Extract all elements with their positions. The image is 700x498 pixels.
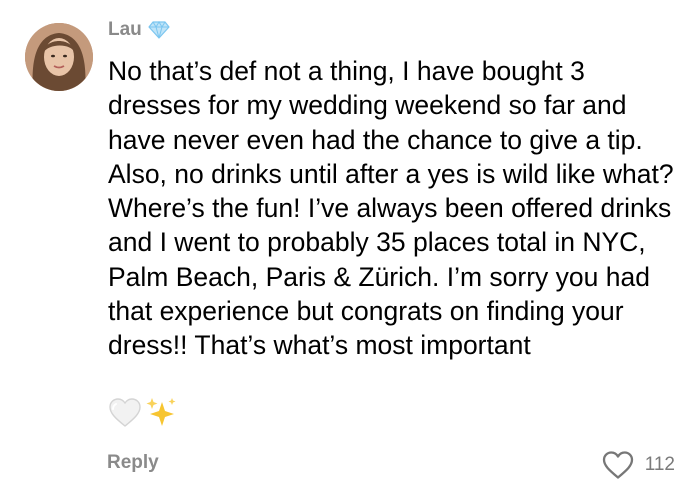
- heart-outline-icon[interactable]: [601, 450, 635, 480]
- avatar[interactable]: [25, 23, 93, 91]
- avatar-image: [25, 23, 93, 91]
- like-count: 112: [644, 454, 675, 475]
- emoji-row: [108, 396, 178, 430]
- reply-button[interactable]: Reply: [107, 452, 159, 474]
- like-group: 112: [601, 449, 675, 481]
- comment-header: Lau: [108, 16, 170, 44]
- white-heart-icon: [109, 398, 141, 427]
- comment-card: Lau No that’s def not a thing, I have bo…: [0, 0, 700, 498]
- sparkles-icon: [146, 398, 176, 426]
- diamond-icon: [148, 20, 170, 40]
- comment-body: No that’s def not a thing, I have bought…: [108, 56, 674, 361]
- username[interactable]: Lau: [108, 19, 142, 41]
